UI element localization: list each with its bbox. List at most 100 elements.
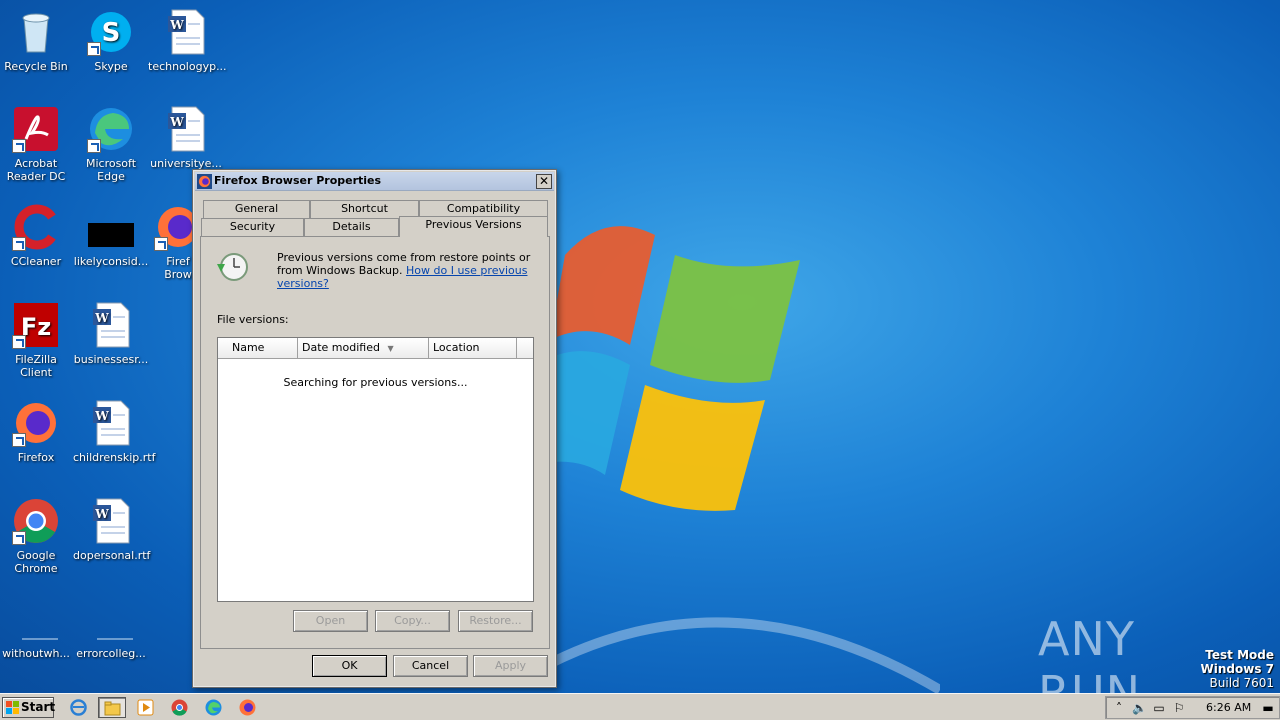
desktop-icon-businesses-doc[interactable]: W businessesr... [73,301,149,366]
acrobat-reader-icon [12,105,60,153]
word-document-icon: W [87,301,135,349]
taskbar-explorer-button[interactable] [98,697,126,718]
desktop-icon-label: Skype [94,60,128,73]
desktop-icon-errorcolleg[interactable]: errorcolleg... [73,595,149,660]
build-label: Build 7601 [1209,676,1274,690]
ok-button[interactable]: OK [312,655,387,677]
chrome-icon [12,497,60,545]
action-center-flag-icon[interactable]: ⚐ [1172,701,1186,715]
copy-button[interactable]: Copy... [375,610,450,632]
chrome-icon [171,699,188,716]
file-versions-label: File versions: [217,313,289,326]
tab-security[interactable]: Security [201,218,304,236]
desktop-icon-firefox[interactable]: Firefox [0,399,74,464]
desktop-icon-label: likelyconsid... [73,255,149,268]
desktop-icon-label: childrenskip.rtf [73,451,156,464]
network-icon[interactable]: ▭ [1152,701,1166,715]
media-player-icon [137,699,154,716]
tab-details[interactable]: Details [304,218,399,236]
desktop-icon-skype[interactable]: S Skype [73,8,149,73]
svg-text:W: W [169,115,184,129]
edge-icon [87,105,135,153]
desktop-icon-acrobat[interactable]: Acrobat Reader DC [0,105,74,183]
svg-text:W: W [169,18,184,32]
desktop-icon-edge[interactable]: Microsoft Edge [73,105,149,183]
shortcut-arrow-icon [12,335,26,349]
svg-text:W: W [94,507,109,521]
show-desktop-icon[interactable]: ▬ [1261,701,1275,715]
internet-explorer-icon [70,699,87,716]
show-hidden-icons-chevron-up-icon[interactable]: ˄ [1112,701,1126,715]
svg-text:W: W [94,409,109,423]
start-label: Start [21,700,56,714]
wallpaper-swoosh [520,617,940,695]
filezilla-icon: Fz [12,301,60,349]
shortcut-arrow-icon [87,42,101,56]
column-header-date-modified[interactable]: Date modified ▼ [298,338,429,359]
start-button[interactable]: Start [2,697,56,718]
apply-button[interactable]: Apply [473,655,548,677]
desktop-icon-technology-doc[interactable]: W technologyp... [148,8,227,73]
file-versions-list[interactable]: Name Date modified ▼ Location Searching … [217,337,534,602]
tab-previous-versions[interactable]: Previous Versions [399,216,548,237]
taskbar-media-player-button[interactable] [132,697,160,718]
desktop-icon-label: FileZilla Client [15,353,57,379]
sort-chevron-down-icon: ▼ [387,344,394,353]
dialog-titlebar[interactable]: Firefox Browser Properties ✕ [195,172,554,191]
desktop-icon-filezilla[interactable]: Fz FileZilla Client [0,301,74,379]
desktop-icon-university-doc[interactable]: W universitye... [148,105,224,170]
firefox-icon [197,174,212,189]
desktop-icon-ccleaner[interactable]: CCleaner [0,203,74,268]
desktop-icon-label: withoutwh... [2,647,70,660]
windows-flag-icon [6,701,19,714]
ccleaner-icon [12,203,60,251]
dialog-title: Firefox Browser Properties [214,174,382,187]
shortcut-arrow-icon [87,139,101,153]
windows-logo-wallpaper [545,226,800,511]
column-header-name[interactable]: Name [218,338,298,359]
word-document-icon: W [162,8,210,56]
folder-icon [104,701,121,716]
desktop-icon-recycle-bin[interactable]: Recycle Bin [0,8,74,73]
desktop-icon-withoutwh[interactable]: withoutwh... [0,595,74,660]
desktop-icon-label: technologyp... [148,60,227,73]
info-text: Previous versions come from restore poin… [277,251,539,290]
taskbar-chrome-button[interactable] [166,697,194,718]
close-button[interactable]: ✕ [536,174,552,189]
column-header-location[interactable]: Location [429,338,517,359]
desktop-icon-label: businessesr... [73,353,149,366]
taskbar-ie-button[interactable] [65,697,93,718]
desktop-icon-label: Acrobat Reader DC [6,157,66,183]
firefox-icon [12,399,60,447]
column-header-label: Date modified [302,341,380,354]
shortcut-arrow-icon [12,139,26,153]
desktop-icon-label: Recycle Bin [4,60,68,73]
desktop-icon-label: Microsoft Edge [85,157,137,183]
taskbar-firefox-button[interactable] [234,697,262,718]
blank-file-icon [87,595,135,643]
taskbar-edge-button[interactable] [200,697,228,718]
system-tray: ˄ 🔈 ▭ ⚐ 6:26 AM ▬ [1105,696,1280,719]
tab-general[interactable]: General [203,200,310,218]
desktop-icon-label: CCleaner [10,255,62,268]
previous-versions-panel: Previous versions come from restore poin… [200,236,550,649]
taskbar: Start ˄ 🔈 ▭ ⚐ 6:26 AM ▬ [0,693,1280,720]
desktop-icon-childrenskip[interactable]: W childrenskip.rtf [73,399,155,464]
black-file-icon [87,203,135,251]
desktop-icon-dopersonal[interactable]: W dopersonal.rtf [73,497,150,562]
desktop-icon-chrome[interactable]: Google Chrome [0,497,74,575]
volume-icon[interactable]: 🔈 [1132,701,1147,715]
cancel-button[interactable]: Cancel [393,655,468,677]
os-watermark: Test Mode Windows 7 Build 7601 [1201,648,1274,690]
column-header-filler [517,338,533,359]
desktop-icon-label: Firefox [17,451,55,464]
shortcut-arrow-icon [154,237,168,251]
recycle-bin-icon [12,8,60,56]
desktop-icon-likely-file[interactable]: likelyconsid... [73,203,149,268]
open-button[interactable]: Open [293,610,368,632]
clock[interactable]: 6:26 AM [1206,701,1251,714]
desktop-icon-label: errorcolleg... [76,647,146,660]
properties-dialog: Firefox Browser Properties ✕ General Sho… [192,169,557,688]
restore-button[interactable]: Restore... [458,610,533,632]
word-document-icon: W [87,497,135,545]
